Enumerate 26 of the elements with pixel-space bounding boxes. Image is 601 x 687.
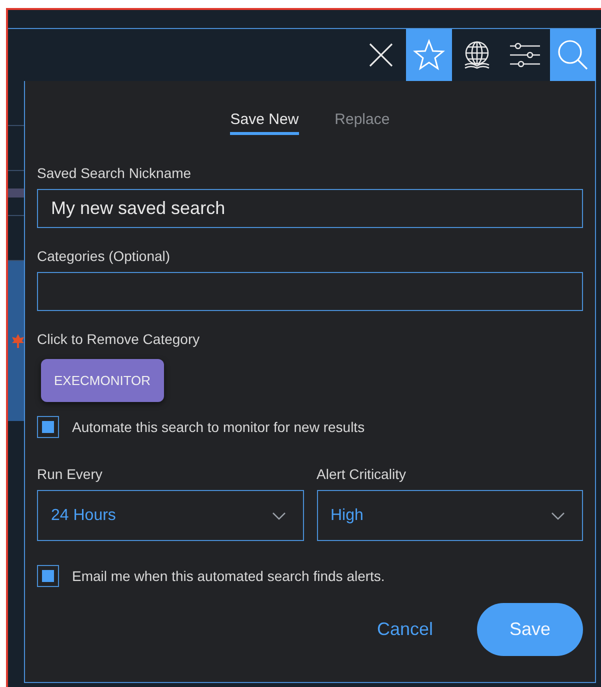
star-button[interactable]	[406, 29, 452, 81]
chevron-icon	[551, 512, 565, 520]
checkbox[interactable]	[37, 416, 59, 438]
checkbox-label: Email me when this automated search finds alerts.	[72, 568, 385, 584]
sliders-icon	[510, 42, 540, 68]
criticality-dropdown[interactable]: High	[316, 490, 583, 541]
search-icon	[557, 39, 589, 71]
tab[interactable]: Save New	[230, 105, 299, 135]
checkbox-label: Automate this search to monitor for new results	[72, 419, 365, 435]
interval-dropdown[interactable]: 24 Hours	[37, 490, 304, 541]
globe-book-icon	[462, 40, 492, 70]
star-icon	[413, 39, 445, 71]
field-label: Alert Criticality	[316, 466, 406, 482]
cancel-button[interactable]: Cancel	[372, 615, 437, 644]
field-label: Run Every	[37, 466, 102, 482]
field-label: Saved Search Nickname	[37, 165, 192, 181]
hint-text: Click to Remove Category	[37, 331, 200, 347]
tab[interactable]: Replace	[334, 105, 390, 135]
field-label: Categories (Optional)	[37, 248, 170, 264]
leaf-icon	[12, 334, 24, 348]
checkbox[interactable]	[37, 565, 59, 587]
close-icon	[367, 41, 395, 69]
category-chip[interactable]: EXECMONITOR	[41, 359, 164, 402]
nickname-field[interactable]: My new saved search	[37, 189, 583, 228]
chevron-icon	[272, 512, 286, 520]
categories-field[interactable]	[37, 272, 583, 311]
